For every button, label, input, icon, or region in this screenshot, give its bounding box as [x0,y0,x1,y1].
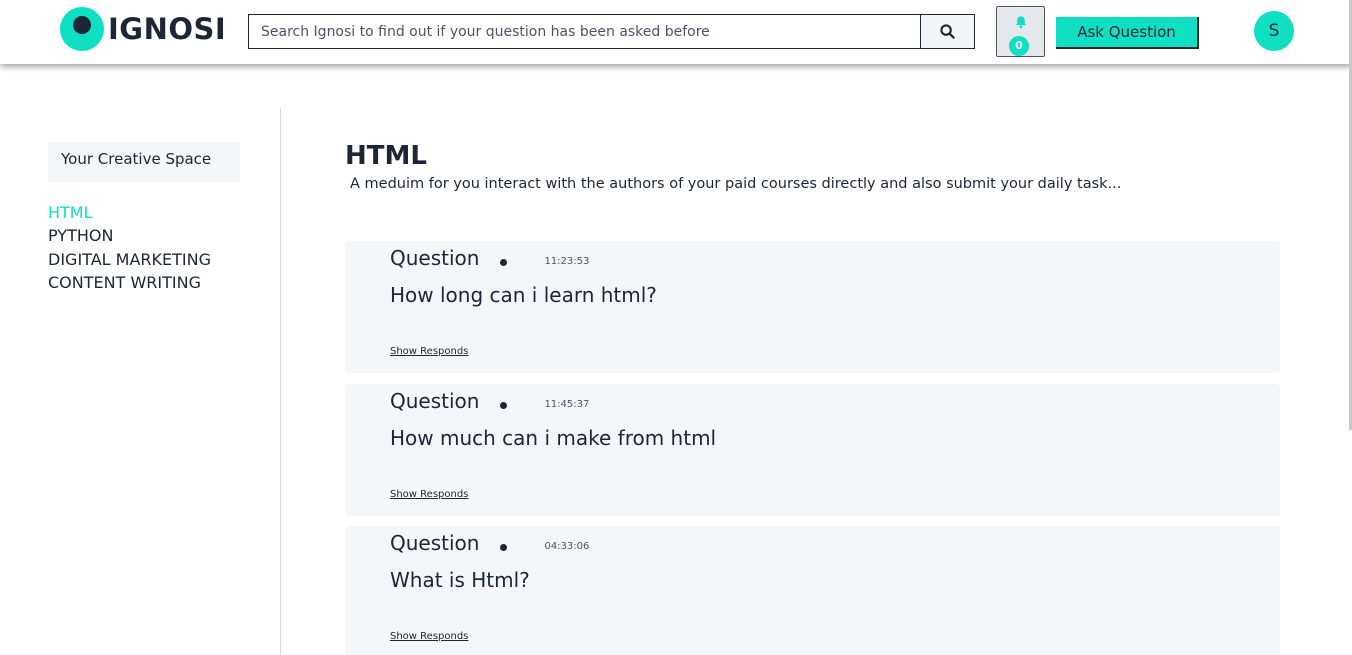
question-label: Question [390,531,480,555]
category-item-python[interactable]: PYTHON [48,224,211,247]
question-text: What is Html? [390,568,530,592]
show-responds-link[interactable]: Show Responds [390,489,468,500]
category-item-html[interactable]: HTML [48,201,211,224]
creative-space-title: Your Creative Space [48,142,240,182]
logo-mark-icon [60,7,104,51]
top-header: IGNOSI 0 Ask Question S [0,0,1352,64]
question-text: How much can i make from html [390,426,717,450]
show-responds-link[interactable]: Show Responds [390,631,468,642]
search-input[interactable] [248,14,921,49]
dot-separator-icon [500,543,508,551]
question-label: Question [390,246,480,270]
question-card: Question 04:33:06 What is Html? Show Res… [345,526,1280,655]
question-card: Question 11:45:37 How much can i make fr… [345,384,1280,516]
question-header: Question 11:23:53 [390,246,589,270]
question-timestamp: 11:23:53 [544,255,590,267]
sidebar-divider [280,108,281,655]
ask-question-button[interactable]: Ask Question [1056,17,1199,49]
search-button[interactable] [920,14,975,49]
category-list: HTML PYTHON DIGITAL MARKETING CONTENT WR… [48,201,211,294]
ignosi-logo[interactable]: IGNOSI [60,7,226,51]
question-timestamp: 11:45:37 [544,398,590,410]
bell-icon [1015,16,1027,29]
dot-separator-icon [500,401,508,409]
question-timestamp: 04:33:06 [544,540,590,552]
category-item-content-writing[interactable]: CONTENT WRITING [48,271,211,294]
notifications-button[interactable]: 0 [996,6,1045,57]
question-header: Question 11:45:37 [390,389,589,413]
dot-separator-icon [500,258,508,266]
show-responds-link[interactable]: Show Responds [390,346,468,357]
question-header: Question 04:33:06 [390,531,589,555]
question-card: Question 11:23:53 How long can i learn h… [345,241,1280,373]
page-subtitle: A meduim for you interact with the autho… [350,176,1122,192]
notification-count-badge: 0 [1009,36,1029,56]
page-title: HTML [345,141,427,171]
logo-text: IGNOSI [108,12,227,46]
search-icon [940,24,955,39]
category-item-digital-marketing[interactable]: DIGITAL MARKETING [48,248,211,271]
question-label: Question [390,389,480,413]
question-text: How long can i learn html? [390,283,657,307]
user-avatar[interactable]: S [1254,11,1294,51]
